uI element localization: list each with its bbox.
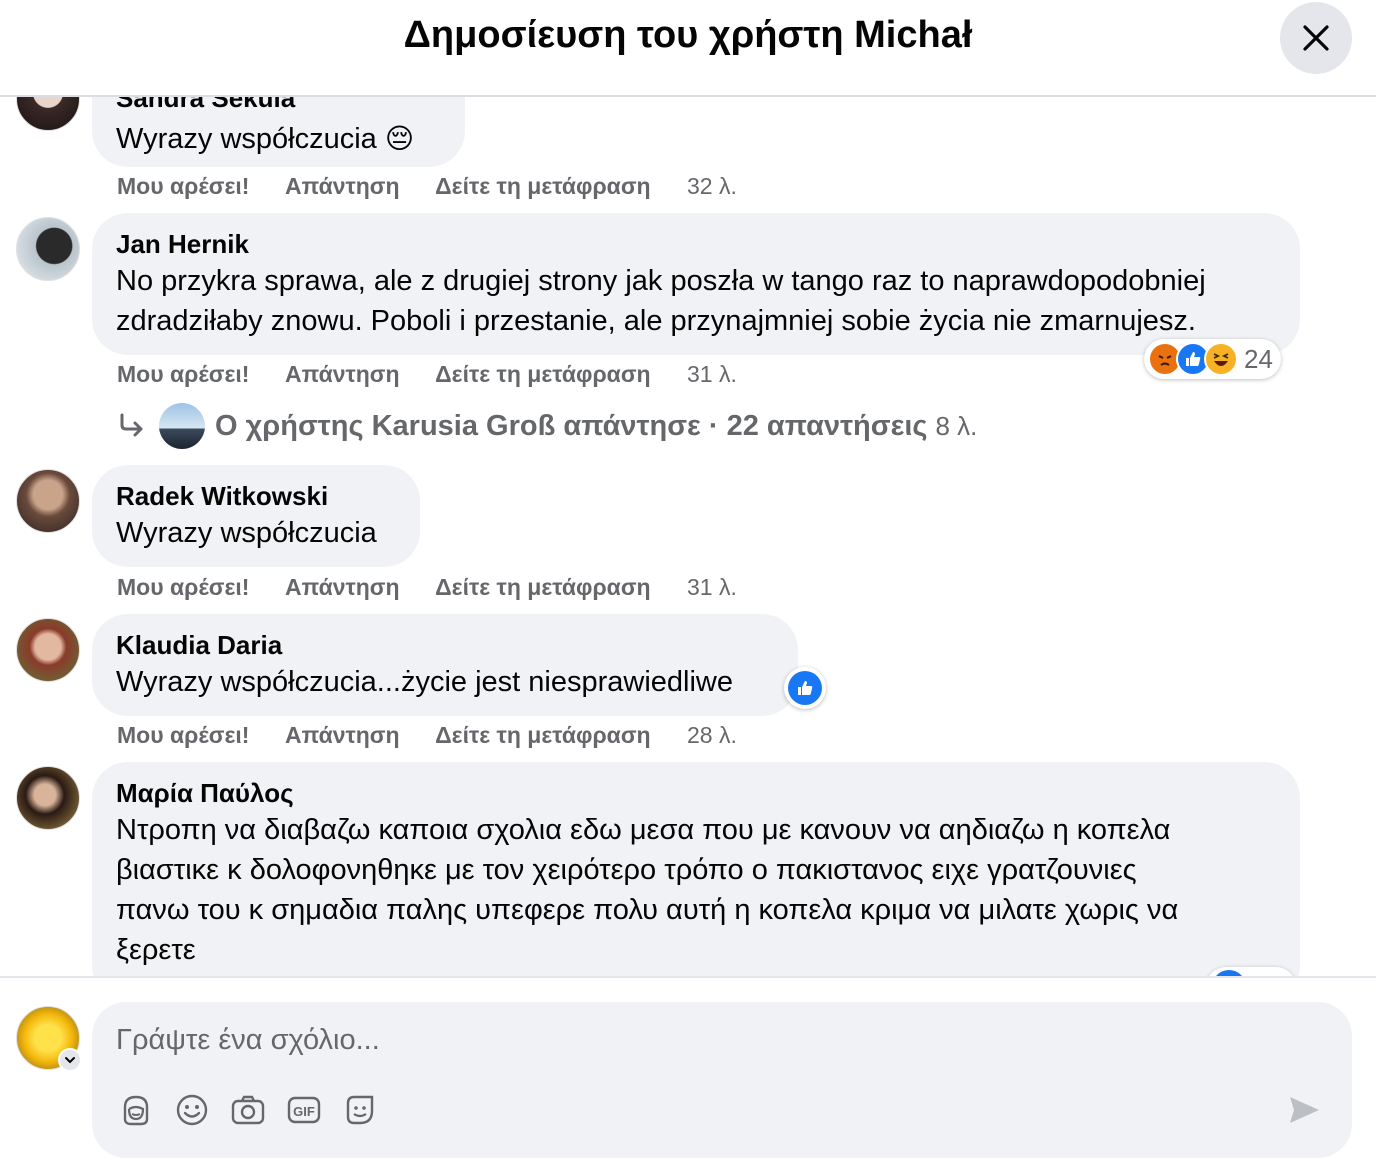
avatar-sticker-button[interactable] [116, 1090, 156, 1130]
comment-bubble: Jan Hernik No przykra sprawa, ale z drug… [92, 213, 1300, 355]
close-button[interactable] [1280, 2, 1352, 74]
comment-text: Wyrazy współczucia [116, 517, 377, 549]
sticker-button[interactable] [340, 1090, 380, 1130]
comment-actions: Μου αρέσει! Απάντηση Δείτε τη μετάφραση … [117, 722, 767, 749]
like-reaction-badge[interactable] [784, 667, 826, 709]
like-link[interactable]: Μου αρέσει! [117, 173, 249, 199]
comment-text: Wyrazy współczucia...życie jest niespraw… [116, 666, 734, 698]
comment-author[interactable]: Sandra Sekula [116, 97, 441, 115]
comment-text-line: zdradziłaby znowu. Poboli i przestanie, … [116, 305, 1196, 337]
translate-link[interactable]: Δείτε τη μετάφραση [435, 173, 650, 199]
reaction-summary[interactable]: 24 [1144, 339, 1281, 379]
sticker-icon [346, 1095, 374, 1125]
comment-text-line: Ντροπη να διαβαζω καποια σχολια εδω μεσα… [116, 814, 1171, 846]
comment-actions: Μου αρέσει! Απάντηση Δείτε τη μετάφραση … [117, 574, 767, 601]
comment-time[interactable]: 28 λ. [687, 722, 737, 748]
comment-text-line: πανω του κ σημαδια παλης υπεφερε πολυ αυ… [116, 894, 1179, 926]
post-header: Δημοσίευση του χρήστη Michał [0, 0, 1376, 97]
avatar[interactable] [16, 97, 80, 131]
comments-list: Sandra Sekula Wyrazy współczucia 😔 Μου α… [0, 97, 1376, 977]
comment-bubble: Klaudia Daria Wyrazy współczucia...życie… [92, 614, 798, 716]
close-icon [1303, 25, 1329, 51]
avatar[interactable] [16, 766, 80, 830]
like-icon [788, 671, 822, 705]
comment-input[interactable] [116, 1016, 1266, 1064]
reply-link[interactable]: Απάντηση [285, 722, 400, 748]
haha-icon [1204, 342, 1238, 376]
pensive-emoji-icon: 😔 [384, 123, 415, 154]
comment-time[interactable]: 31 λ. [687, 361, 737, 387]
replies-time: 8 λ. [935, 410, 978, 441]
comment-text-line: βιαστικε κ δολοφονηθηκε με τον χειρότερο… [116, 854, 1137, 886]
reaction-count: 24 [1244, 343, 1273, 374]
reply-avatar [159, 403, 205, 449]
translate-link[interactable]: Δείτε τη μετάφραση [435, 361, 650, 387]
comment-text-line: No przykra sprawa, ale z drugiej strony … [116, 265, 1206, 297]
gif-icon: GIF [287, 1096, 321, 1124]
view-replies[interactable]: Ο χρήστης Karusia Groß απάντησε · 22 απα… [117, 403, 977, 449]
comment-author[interactable]: Radek Witkowski [116, 479, 396, 513]
photo-button[interactable] [228, 1090, 268, 1130]
comment-time[interactable]: 31 λ. [687, 574, 737, 600]
gif-button[interactable]: GIF [284, 1090, 324, 1130]
reply-link[interactable]: Απάντηση [285, 361, 400, 387]
translate-link[interactable]: Δείτε τη μετάφραση [435, 574, 650, 600]
avatar[interactable] [16, 469, 80, 533]
comment-text-line: ξερετε [116, 934, 196, 966]
svg-text:GIF: GIF [293, 1104, 315, 1119]
account-switch-button[interactable] [58, 1048, 82, 1072]
reply-link[interactable]: Απάντηση [285, 574, 400, 600]
replies-link[interactable]: Ο χρήστης Karusia Groß απάντησε · 22 απα… [215, 410, 927, 443]
composer-divider [0, 976, 1376, 978]
comment-text: Wyrazy współczucia 😔 [116, 123, 415, 155]
comment-bubble: Μαρία Παύλος Ντροπη να διαβαζω καποια σχ… [92, 762, 1300, 977]
comment-bubble: Sandra Sekula Wyrazy współczucia 😔 [92, 97, 465, 167]
like-link[interactable]: Μου αρέσει! [117, 722, 249, 748]
comment-composer: GIF [92, 1002, 1352, 1158]
like-link[interactable]: Μου αρέσει! [117, 361, 249, 387]
comment-author[interactable]: Klaudia Daria [116, 628, 774, 662]
send-button[interactable] [1284, 1090, 1324, 1130]
avatar[interactable] [16, 618, 80, 682]
avatar-icon [123, 1095, 149, 1126]
emoji-button[interactable] [172, 1090, 212, 1130]
comment-author[interactable]: Jan Hernik [116, 227, 1276, 261]
reply-arrow-icon [120, 413, 143, 437]
camera-icon [231, 1095, 265, 1125]
like-link[interactable]: Μου αρέσει! [117, 574, 249, 600]
comment-author[interactable]: Μαρία Παύλος [116, 776, 1276, 810]
emoji-icon [176, 1094, 208, 1126]
page-title: Δημοσίευση του χρήστη Michał [403, 14, 973, 56]
send-icon [1290, 1097, 1319, 1123]
comment-actions: Μου αρέσει! Απάντηση Δείτε τη μετάφραση … [117, 361, 767, 388]
translate-link[interactable]: Δείτε τη μετάφραση [435, 722, 650, 748]
comment-time[interactable]: 32 λ. [687, 173, 737, 199]
comment-actions: Μου αρέσει! Απάντηση Δείτε τη μετάφραση … [117, 173, 767, 200]
chevron-down-icon [65, 1057, 75, 1064]
comment-bubble: Radek Witkowski Wyrazy współczucia [92, 465, 420, 567]
reply-link[interactable]: Απάντηση [285, 173, 400, 199]
avatar[interactable] [16, 217, 80, 281]
